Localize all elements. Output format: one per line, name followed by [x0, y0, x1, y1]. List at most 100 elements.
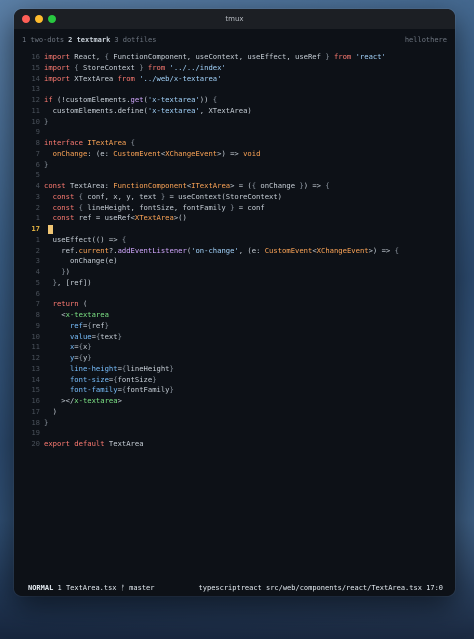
code-text: useEffect(() => { — [44, 234, 127, 244]
code-line[interactable]: 8 interface ITextArea { — [14, 138, 455, 149]
file-path: src/web/components/react/TextArea.tsx — [265, 584, 422, 592]
code-line[interactable]: 3 const { conf, x, y, text } = useContex… — [14, 192, 455, 203]
statusline-right: typescriptreact src/web/components/react… — [199, 584, 443, 592]
line-number: 15 — [31, 62, 40, 72]
line-number: 12 — [31, 353, 40, 362]
code-line[interactable]: 16 ></x-textarea> — [14, 396, 455, 407]
current-code-line[interactable]: 17 — [14, 224, 455, 235]
code-text: interface ITextArea { — [44, 138, 135, 147]
line-number: 8 — [35, 310, 40, 319]
close-button[interactable] — [22, 15, 30, 23]
code-text: } — [44, 159, 49, 169]
code-line[interactable]: 18} — [14, 418, 455, 429]
code-line[interactable]: 5 }, [ref]) — [14, 278, 455, 289]
line-number: 7 — [35, 148, 40, 158]
code-text: ></x-textarea> — [44, 396, 122, 405]
vim-mode: NORMAL — [28, 584, 54, 592]
code-text: onChange(e) — [44, 256, 118, 266]
code-line[interactable]: 6 — [14, 289, 455, 300]
code-text: if (!customElements.get('x-textarea')) { — [44, 95, 218, 104]
code-text: ref.current?.addEventListener('on-change… — [44, 245, 399, 255]
line-number: 14 — [31, 374, 40, 384]
code-text: ref={ref} — [69, 320, 109, 330]
code-line[interactable]: 11 x={x} — [14, 342, 455, 353]
code-line[interactable]: 9 ref={ref} — [14, 321, 455, 332]
terminal-window[interactable]: tmux 1 two-dots 2 textmark 3 dotfiles hell… — [14, 9, 455, 596]
line-number: 5 — [35, 170, 40, 180]
line-number: 2 — [35, 202, 40, 212]
line-number: 17 — [31, 406, 40, 416]
code-line[interactable]: 15 font-family={fontFamily} — [14, 385, 455, 396]
statusline-left: NORMAL 1 TextArea.tsx ᚠ master — [28, 584, 154, 592]
line-number: 3 — [35, 191, 40, 201]
line-number: 12 — [31, 95, 40, 104]
code-line[interactable]: 14 import XTextArea from '../web/x-textar… — [14, 74, 455, 85]
code-line[interactable]: 19 — [14, 428, 455, 439]
code-line[interactable]: 1 const ref = useRef<XTextArea>() — [14, 213, 455, 224]
line-number: 11 — [31, 105, 40, 115]
line-number: 16 — [31, 396, 40, 405]
line-number: 4 — [35, 267, 40, 276]
line-number: 8 — [35, 138, 40, 147]
code-line[interactable]: 16 import React, { FunctionComponent, use… — [14, 52, 455, 63]
code-text: import React, { FunctionComponent, useCo… — [44, 52, 386, 61]
git-branch-icon: ᚠ — [120, 584, 125, 592]
code-text: font-size={fontSize} — [69, 374, 157, 384]
line-number: 10 — [31, 116, 40, 126]
minimize-button[interactable] — [35, 15, 43, 23]
code-line[interactable]: 17 ) — [14, 407, 455, 418]
code-line[interactable]: 15 import { StoreContext } from '../../in… — [14, 63, 455, 74]
code-line[interactable]: 14 font-size={fontSize} — [14, 375, 455, 386]
window-titlebar[interactable]: tmux — [14, 9, 455, 29]
code-text: } — [44, 417, 49, 427]
code-editor[interactable]: 16 import React, { FunctionComponent, use… — [14, 51, 455, 450]
code-line[interactable]: 12 y={y} — [14, 353, 455, 364]
code-text: const { conf, x, y, text } = useContext(… — [52, 191, 283, 201]
code-line[interactable]: 2 const { lineHeight, fontSize, fontFami… — [14, 203, 455, 214]
code-text: import XTextArea from '../web/x-textarea… — [44, 73, 222, 83]
code-line[interactable]: 13 — [14, 84, 455, 95]
code-text: }) — [61, 267, 70, 276]
tmux-tab-two-dots[interactable]: 1 two-dots — [22, 36, 64, 44]
line-number: 14 — [31, 73, 40, 83]
code-line[interactable]: 20 export default TextArea — [14, 439, 455, 450]
code-line[interactable]: 2 ref.current?.addEventListener('on-chan… — [14, 246, 455, 257]
code-text: return ( — [52, 299, 88, 309]
code-line[interactable]: 10 value={text} — [14, 332, 455, 343]
line-number: 7 — [35, 299, 40, 309]
code-text: ) — [44, 406, 57, 416]
code-text: <x-textarea — [44, 310, 109, 319]
code-line[interactable]: 5 — [14, 170, 455, 181]
git-branch: master — [129, 584, 155, 592]
code-line[interactable]: 8 <x-textarea — [14, 310, 455, 321]
code-line[interactable]: 13 line-height={lineHeight} — [14, 364, 455, 375]
line-number: 3 — [35, 256, 40, 266]
tmux-tab-textmark[interactable]: 2 textmark — [68, 36, 110, 44]
code-line[interactable]: 7 onChange: (e: CustomEvent<XChangeEvent… — [14, 149, 455, 160]
code-line[interactable]: 1 useEffect(() => { — [14, 235, 455, 246]
code-line[interactable]: 9 — [14, 127, 455, 138]
code-line[interactable]: 10} — [14, 117, 455, 128]
line-number: 5 — [35, 277, 40, 287]
code-text: export default TextArea — [44, 439, 144, 448]
code-line[interactable]: 7 return ( — [14, 299, 455, 310]
tmux-window-list: 1 two-dots 2 textmark 3 dotfiles — [22, 36, 160, 44]
code-line[interactable]: 6} — [14, 160, 455, 171]
code-line[interactable]: 11 customElements.define('x-textarea', X… — [14, 106, 455, 117]
cursor-position: 17:0 — [426, 584, 443, 592]
tmux-tab-dotfiles[interactable]: 3 dotfiles — [114, 36, 156, 44]
code-line[interactable]: 4 const TextArea: FunctionComponent<IText… — [14, 181, 455, 192]
line-number: 11 — [31, 342, 40, 352]
maximize-button[interactable] — [48, 15, 56, 23]
code-line[interactable]: 12 if (!customElements.get('x-textarea'))… — [14, 95, 455, 106]
code-line[interactable]: 3 onChange(e) — [14, 256, 455, 267]
line-number: 13 — [31, 363, 40, 373]
line-number: 6 — [35, 288, 40, 298]
code-line[interactable]: 4 }) — [14, 267, 455, 278]
line-number: 9 — [35, 127, 40, 137]
line-number: 9 — [35, 320, 40, 330]
